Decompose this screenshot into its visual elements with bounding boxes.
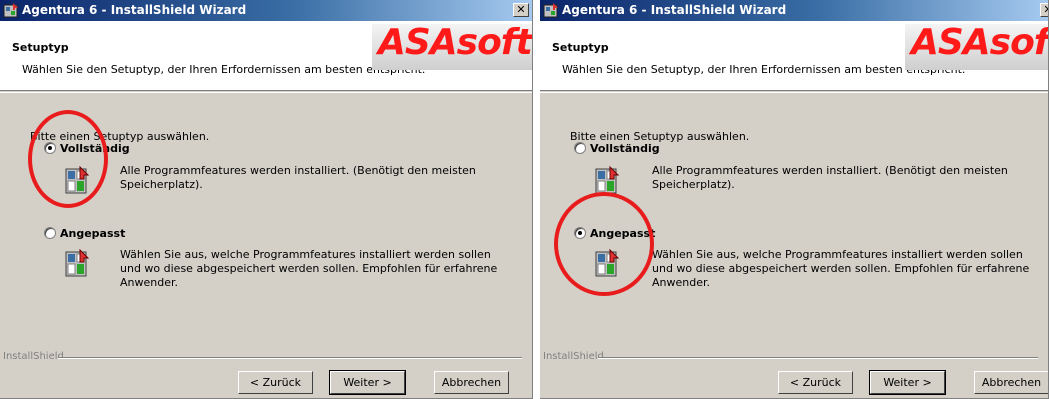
option-label-angepasst[interactable]: Angepasst bbox=[60, 227, 125, 240]
annotation-circle bbox=[554, 192, 654, 296]
cancel-button[interactable]: Abbrechen bbox=[434, 371, 509, 394]
page-description: Wählen Sie den Setuptyp, der Ihren Erfor… bbox=[22, 63, 426, 76]
brand-logo: ASAsoft bbox=[905, 22, 1049, 72]
logo-text: ASAsoft bbox=[911, 22, 1049, 63]
setup-package-icon bbox=[590, 165, 622, 197]
option-label-vollstandig[interactable]: Vollständig bbox=[590, 142, 660, 155]
logo-text: ASAsoft bbox=[378, 22, 532, 63]
next-button[interactable]: Weiter > bbox=[329, 370, 406, 395]
radio-vollstandig[interactable] bbox=[574, 142, 586, 154]
close-icon[interactable]: ✕ bbox=[513, 3, 529, 17]
setup-package-icon bbox=[590, 248, 622, 280]
close-icon[interactable]: ✕ bbox=[1040, 3, 1048, 17]
title-bar[interactable]: Agentura 6 - InstallShield Wizard ✕ bbox=[0, 0, 532, 21]
option-desc-vollstandig: Alle Programmfeatures werden installiert… bbox=[652, 164, 1008, 191]
window-title: Agentura 6 - InstallShield Wizard bbox=[22, 3, 247, 17]
installer-app-icon bbox=[3, 3, 19, 18]
back-button[interactable]: < Zurück bbox=[238, 371, 313, 394]
option-label-vollstandig[interactable]: Vollständig bbox=[60, 142, 130, 155]
installer-app-icon bbox=[543, 3, 559, 18]
page-title: Setuptyp bbox=[552, 41, 609, 54]
cancel-button[interactable]: Abbrechen bbox=[974, 371, 1048, 394]
installer-window-right: Agentura 6 - InstallShield Wizard ✕ Setu… bbox=[540, 0, 1049, 399]
page-title: Setuptyp bbox=[12, 41, 69, 54]
window-separator bbox=[533, 0, 540, 399]
option-desc-vollstandig: Alle Programmfeatures werden installiert… bbox=[120, 164, 476, 191]
back-button[interactable]: < Zurück bbox=[778, 371, 853, 394]
installshield-brand: InstallShield bbox=[3, 351, 64, 362]
header-divider bbox=[0, 92, 532, 93]
brand-logo: ASAsoft bbox=[372, 22, 532, 72]
setup-package-icon bbox=[60, 165, 92, 197]
installer-window-left: Agentura 6 - InstallShield Wizard ✕ Setu… bbox=[0, 0, 533, 399]
header-divider bbox=[540, 92, 1048, 93]
window-title: Agentura 6 - InstallShield Wizard bbox=[562, 3, 787, 17]
option-desc-angepasst: Wählen Sie aus, welche Programmfeatures … bbox=[120, 248, 498, 289]
option-desc-angepasst: Wählen Sie aus, welche Programmfeatures … bbox=[652, 248, 1030, 289]
option-label-angepasst[interactable]: Angepasst bbox=[590, 227, 655, 240]
radio-angepasst[interactable] bbox=[574, 227, 586, 239]
title-bar[interactable]: Agentura 6 - InstallShield Wizard ✕ bbox=[540, 0, 1048, 21]
installshield-brand: InstallShield bbox=[543, 351, 604, 362]
radio-vollstandig[interactable] bbox=[44, 142, 56, 154]
setup-package-icon bbox=[60, 248, 92, 280]
next-button[interactable]: Weiter > bbox=[869, 370, 946, 395]
radio-angepasst[interactable] bbox=[44, 227, 56, 239]
